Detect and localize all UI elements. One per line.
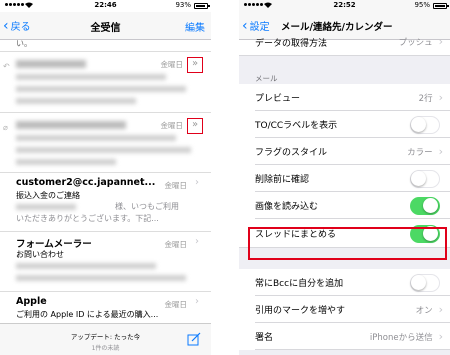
settings-row-tocc: TO/CCラベルを表示: [239, 111, 450, 138]
settings-row-quote[interactable]: 引用のマークを増やす オン ›: [239, 296, 450, 323]
row-label: 常にBccに自分を追加: [255, 279, 344, 289]
tocc-toggle[interactable]: [410, 115, 440, 134]
mail-subject: お問い合わせ: [16, 250, 64, 259]
status-bar: 22:46 93%: [0, 0, 211, 12]
preview-blurred: [16, 98, 136, 104]
settings-row-flag-style[interactable]: フラグのスタイル カラー ›: [239, 138, 450, 165]
chevron-right-icon: ›: [195, 296, 199, 307]
chevron-right-icon: ›: [438, 91, 443, 104]
preview-blurred: [16, 275, 186, 281]
highlight-box: [248, 227, 447, 260]
battery-icon: [194, 3, 210, 9]
preview-blurred: [16, 204, 76, 210]
chevron-right-icon: ›: [438, 145, 443, 158]
status-bar: 22:52 95%: [239, 0, 450, 12]
chevron-left-icon: ‹: [242, 17, 248, 34]
chevron-right-icon: ›: [195, 236, 199, 247]
back-label: 設定: [249, 22, 270, 33]
row-label: プレビュー: [255, 94, 301, 104]
preview-blurred: [16, 147, 191, 153]
page-title: メール/連絡先/カレンダー: [281, 22, 393, 33]
row-value: カラー: [407, 147, 433, 158]
row-label: 引用のマークを増やす: [255, 306, 346, 316]
compose-icon[interactable]: [187, 332, 201, 346]
row-label: データの取得方法: [255, 39, 328, 49]
mail-date: 金曜日: [164, 300, 188, 309]
preview-blurred: [16, 263, 156, 269]
list-item-partial: い。: [0, 40, 211, 52]
nav-bar: ‹ 戻る 全受信 編集: [0, 12, 211, 40]
row-label: フラグのスタイル: [255, 148, 328, 158]
thread-chevron-icon[interactable]: »: [187, 57, 203, 73]
preview-blurred: [16, 159, 116, 165]
battery-percent: 95%: [414, 1, 430, 9]
row-label: 画像を読み込む: [255, 202, 319, 212]
row-label: TO/CCラベルを表示: [255, 121, 338, 131]
update-status: アップデート: たった今: [70, 333, 141, 341]
settings-row-load-images: 画像を読み込む: [239, 192, 450, 219]
mail-sender: customer2@cc.japannet...: [16, 177, 156, 188]
confirm-delete-toggle[interactable]: [410, 169, 440, 188]
chevron-right-icon: ›: [438, 303, 443, 316]
mail-sender: フォームメーラー: [16, 239, 92, 250]
battery-icon: [433, 3, 449, 9]
list-item[interactable]: ⌀ 金曜日 »: [0, 113, 211, 173]
row-value: iPhoneから送信: [369, 332, 433, 343]
mail-preview: 様、いつもご利用: [115, 202, 179, 211]
edit-button[interactable]: 編集: [185, 19, 205, 34]
settings-row-bcc: 常にBccに自分を追加: [239, 269, 450, 296]
preview-blurred: [16, 74, 166, 80]
row-label: 署名: [255, 333, 274, 343]
sender-name-blurred: [16, 121, 126, 129]
settings-row-confirm-delete: 削除前に確認: [239, 165, 450, 192]
row-value: プッシュ: [398, 38, 433, 48]
chevron-right-icon: ›: [438, 35, 443, 48]
mail-date: 金曜日: [164, 240, 188, 249]
preview-blurred: [16, 86, 186, 92]
list-item[interactable]: ↶ 金曜日 »: [0, 52, 211, 113]
mail-date: 金曜日: [164, 181, 188, 190]
list-item[interactable]: customer2@cc.japannet... 金曜日 › 振込入金のご連絡 …: [0, 173, 211, 232]
section-header: メール: [255, 74, 278, 83]
back-button[interactable]: ‹ 設定: [242, 17, 270, 34]
preview-blurred: [16, 135, 176, 141]
battery-percent: 93%: [175, 1, 191, 9]
chevron-right-icon: ›: [438, 330, 443, 343]
bottom-toolbar: アップデート: たった今 1件の未読: [0, 323, 211, 355]
mail-subject: 振込入金のご連絡: [16, 191, 80, 200]
mail-inbox-screen: 22:46 93% ‹ 戻る 全受信 編集 い。 ↶ 金曜日 » ⌀ 金曜日 »…: [0, 0, 211, 355]
mail-preview: いただきありがとうございます。下記...: [16, 214, 159, 223]
settings-row-signature[interactable]: 署名 iPhoneから送信 ›: [239, 323, 450, 350]
mail-settings-screen: 22:52 95% ‹ 設定 メール/連絡先/カレンダー データの取得方法 プッ…: [239, 0, 450, 355]
chevron-right-icon: ›: [195, 177, 199, 188]
row-label: 削除前に確認: [255, 175, 310, 185]
bcc-toggle[interactable]: [410, 273, 440, 292]
page-title: 全受信: [90, 23, 121, 34]
load-images-toggle[interactable]: [410, 196, 440, 215]
mail-date: 金曜日: [160, 60, 184, 69]
mail-date: 金曜日: [160, 121, 184, 130]
settings-row-preview[interactable]: プレビュー 2行 ›: [239, 84, 450, 111]
settings-row-fetch[interactable]: データの取得方法 プッシュ ›: [239, 35, 450, 56]
attachment-icon: ⌀: [3, 123, 8, 132]
reply-icon: ↶: [3, 62, 10, 71]
row-value: オン: [415, 305, 433, 316]
mail-sender: Apple: [16, 296, 47, 307]
thread-chevron-icon[interactable]: »: [187, 118, 203, 134]
sender-name-blurred: [16, 60, 86, 68]
list-item[interactable]: フォームメーラー 金曜日 › お問い合わせ: [0, 232, 211, 292]
mail-subject: ご利用の Apple ID による最近の購入...: [16, 310, 159, 319]
row-value: 2行: [418, 93, 433, 104]
unread-count: 1件の未読: [91, 345, 120, 352]
